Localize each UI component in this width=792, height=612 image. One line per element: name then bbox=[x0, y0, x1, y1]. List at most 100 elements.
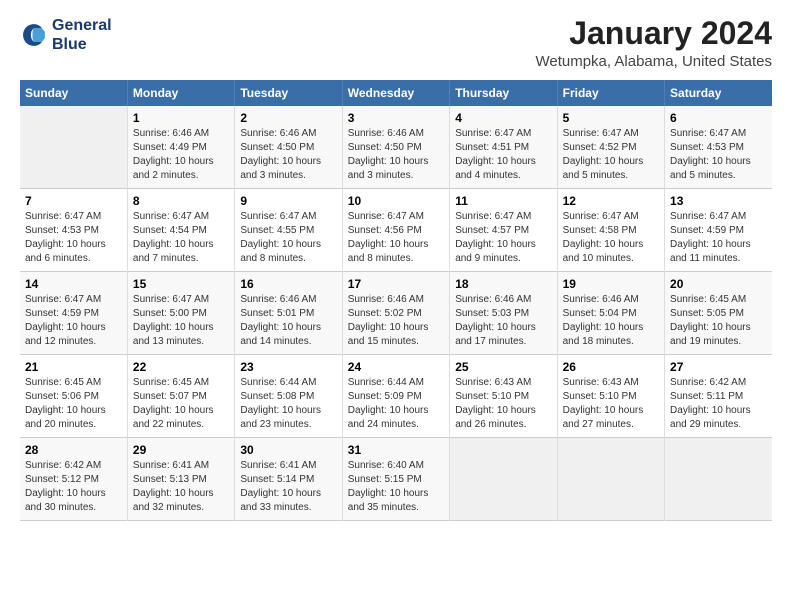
day-info: Sunrise: 6:47 AMSunset: 4:58 PMDaylight:… bbox=[563, 210, 659, 266]
day-number: 7 bbox=[25, 194, 122, 208]
day-number: 22 bbox=[133, 360, 229, 374]
day-info: Sunrise: 6:46 AMSunset: 5:04 PMDaylight:… bbox=[563, 293, 659, 349]
calendar-cell: 15Sunrise: 6:47 AMSunset: 5:00 PMDayligh… bbox=[127, 272, 234, 355]
calendar-week-1: 1 Sunrise: 6:46 AMSunset: 4:49 PMDaylight… bbox=[20, 106, 772, 189]
calendar-cell: 17 Sunrise: 6:46 AMSunset: 5:02 PMDayligh… bbox=[342, 272, 449, 355]
day-info: Sunrise: 6:45 AMSunset: 5:06 PMDaylight:… bbox=[25, 376, 122, 432]
day-info: Sunrise: 6:43 AMSunset: 5:10 PMDaylight:… bbox=[455, 376, 551, 432]
calendar-week-2: 7 Sunrise: 6:47 AMSunset: 4:53 PMDaylight… bbox=[20, 189, 772, 272]
day-info: Sunrise: 6:47 AMSunset: 4:51 PMDaylight:… bbox=[455, 127, 551, 183]
logo: General Blue bbox=[20, 16, 112, 54]
day-number: 11 bbox=[455, 194, 551, 208]
day-number: 6 bbox=[670, 111, 767, 125]
calendar-cell: 21 Sunrise: 6:45 AMSunset: 5:06 PMDayligh… bbox=[20, 355, 127, 438]
calendar-cell: 16Sunrise: 6:46 AMSunset: 5:01 PMDayligh… bbox=[235, 272, 342, 355]
calendar-cell: 29Sunrise: 6:41 AMSunset: 5:13 PMDayligh… bbox=[127, 438, 234, 521]
day-info: Sunrise: 6:41 AMSunset: 5:14 PMDaylight:… bbox=[240, 459, 336, 515]
calendar-cell: 14 Sunrise: 6:47 AMSunset: 4:59 PMDayligh… bbox=[20, 272, 127, 355]
calendar-cell: 18Sunrise: 6:46 AMSunset: 5:03 PMDayligh… bbox=[450, 272, 557, 355]
header: General Blue January 2024 Wetumpka, Alab… bbox=[20, 16, 772, 70]
day-number: 9 bbox=[240, 194, 336, 208]
calendar-header: Sunday Monday Tuesday Wednesday Thursday… bbox=[20, 80, 772, 106]
calendar-cell bbox=[557, 438, 664, 521]
calendar-cell: 19 Sunrise: 6:46 AMSunset: 5:04 PMDayligh… bbox=[557, 272, 664, 355]
day-info: Sunrise: 6:46 AMSunset: 4:50 PMDaylight:… bbox=[348, 127, 444, 183]
col-friday: Friday bbox=[557, 80, 664, 106]
day-number: 27 bbox=[670, 360, 767, 374]
calendar-cell: 28Sunrise: 6:42 AMSunset: 5:12 PMDayligh… bbox=[20, 438, 127, 521]
logo-text: General Blue bbox=[52, 16, 112, 54]
day-number: 17 bbox=[348, 277, 444, 291]
calendar-table: Sunday Monday Tuesday Wednesday Thursday… bbox=[20, 80, 772, 521]
day-number: 25 bbox=[455, 360, 551, 374]
day-number: 23 bbox=[240, 360, 336, 374]
day-number: 24 bbox=[348, 360, 444, 374]
calendar-cell: 10 Sunrise: 6:47 AMSunset: 4:56 PMDayligh… bbox=[342, 189, 449, 272]
day-info: Sunrise: 6:47 AMSunset: 4:59 PMDaylight:… bbox=[25, 293, 122, 349]
calendar-cell bbox=[20, 106, 127, 189]
day-number: 12 bbox=[563, 194, 659, 208]
col-sunday: Sunday bbox=[20, 80, 127, 106]
day-info: Sunrise: 6:46 AMSunset: 5:01 PMDaylight:… bbox=[240, 293, 336, 349]
day-info: Sunrise: 6:47 AMSunset: 4:56 PMDaylight:… bbox=[348, 210, 444, 266]
calendar-cell: 5Sunrise: 6:47 AMSunset: 4:52 PMDaylight… bbox=[557, 106, 664, 189]
day-number: 15 bbox=[133, 277, 229, 291]
calendar-cell bbox=[450, 438, 557, 521]
day-number: 8 bbox=[133, 194, 229, 208]
calendar-cell: 23 Sunrise: 6:44 AMSunset: 5:08 PMDayligh… bbox=[235, 355, 342, 438]
col-monday: Monday bbox=[127, 80, 234, 106]
day-info: Sunrise: 6:44 AMSunset: 5:09 PMDaylight:… bbox=[348, 376, 444, 432]
day-number: 28 bbox=[25, 443, 122, 457]
day-info: Sunrise: 6:46 AMSunset: 5:02 PMDaylight:… bbox=[348, 293, 444, 349]
calendar-cell: 22 Sunrise: 6:45 AMSunset: 5:07 PMDayligh… bbox=[127, 355, 234, 438]
day-info: Sunrise: 6:47 AMSunset: 4:53 PMDaylight:… bbox=[25, 210, 122, 266]
calendar-cell: 3 Sunrise: 6:46 AMSunset: 4:50 PMDaylight… bbox=[342, 106, 449, 189]
day-number: 5 bbox=[563, 111, 659, 125]
day-info: Sunrise: 6:47 AMSunset: 4:55 PMDaylight:… bbox=[240, 210, 336, 266]
day-info: Sunrise: 6:41 AMSunset: 5:13 PMDaylight:… bbox=[133, 459, 229, 515]
day-info: Sunrise: 6:40 AMSunset: 5:15 PMDaylight:… bbox=[348, 459, 444, 515]
calendar-cell bbox=[665, 438, 772, 521]
day-number: 10 bbox=[348, 194, 444, 208]
day-number: 18 bbox=[455, 277, 551, 291]
day-info: Sunrise: 6:44 AMSunset: 5:08 PMDaylight:… bbox=[240, 376, 336, 432]
calendar-week-3: 14 Sunrise: 6:47 AMSunset: 4:59 PMDayligh… bbox=[20, 272, 772, 355]
col-tuesday: Tuesday bbox=[235, 80, 342, 106]
day-number: 3 bbox=[348, 111, 444, 125]
day-info: Sunrise: 6:47 AMSunset: 4:53 PMDaylight:… bbox=[670, 127, 767, 183]
calendar-cell: 27 Sunrise: 6:42 AMSunset: 5:11 PMDayligh… bbox=[665, 355, 772, 438]
calendar-cell: 25 Sunrise: 6:43 AMSunset: 5:10 PMDayligh… bbox=[450, 355, 557, 438]
day-number: 19 bbox=[563, 277, 659, 291]
calendar-body: 1 Sunrise: 6:46 AMSunset: 4:49 PMDaylight… bbox=[20, 106, 772, 521]
day-info: Sunrise: 6:46 AMSunset: 4:50 PMDaylight:… bbox=[240, 127, 336, 183]
day-number: 30 bbox=[240, 443, 336, 457]
day-info: Sunrise: 6:47 AMSunset: 4:59 PMDaylight:… bbox=[670, 210, 767, 266]
calendar-cell: 2 Sunrise: 6:46 AMSunset: 4:50 PMDaylight… bbox=[235, 106, 342, 189]
day-info: Sunrise: 6:47 AMSunset: 4:54 PMDaylight:… bbox=[133, 210, 229, 266]
subtitle: Wetumpka, Alabama, United States bbox=[535, 53, 772, 70]
day-info: Sunrise: 6:46 AMSunset: 4:49 PMDaylight:… bbox=[133, 127, 229, 183]
day-info: Sunrise: 6:47 AMSunset: 4:57 PMDaylight:… bbox=[455, 210, 551, 266]
calendar-cell: 11 Sunrise: 6:47 AMSunset: 4:57 PMDayligh… bbox=[450, 189, 557, 272]
day-info: Sunrise: 6:45 AMSunset: 5:05 PMDaylight:… bbox=[670, 293, 767, 349]
calendar-cell: 4Sunrise: 6:47 AMSunset: 4:51 PMDaylight… bbox=[450, 106, 557, 189]
calendar-cell: 13 Sunrise: 6:47 AMSunset: 4:59 PMDayligh… bbox=[665, 189, 772, 272]
day-info: Sunrise: 6:45 AMSunset: 5:07 PMDaylight:… bbox=[133, 376, 229, 432]
col-thursday: Thursday bbox=[450, 80, 557, 106]
calendar-cell: 24 Sunrise: 6:44 AMSunset: 5:09 PMDayligh… bbox=[342, 355, 449, 438]
day-number: 2 bbox=[240, 111, 336, 125]
calendar-cell: 30 Sunrise: 6:41 AMSunset: 5:14 PMDayligh… bbox=[235, 438, 342, 521]
calendar-cell: 8 Sunrise: 6:47 AMSunset: 4:54 PMDaylight… bbox=[127, 189, 234, 272]
day-number: 14 bbox=[25, 277, 122, 291]
logo-icon bbox=[20, 21, 48, 49]
day-number: 1 bbox=[133, 111, 229, 125]
title-block: January 2024 Wetumpka, Alabama, United S… bbox=[535, 16, 772, 70]
day-number: 21 bbox=[25, 360, 122, 374]
calendar-cell: 31Sunrise: 6:40 AMSunset: 5:15 PMDayligh… bbox=[342, 438, 449, 521]
main-title: January 2024 bbox=[535, 16, 772, 51]
col-wednesday: Wednesday bbox=[342, 80, 449, 106]
calendar-cell: 9 Sunrise: 6:47 AMSunset: 4:55 PMDaylight… bbox=[235, 189, 342, 272]
day-info: Sunrise: 6:42 AMSunset: 5:11 PMDaylight:… bbox=[670, 376, 767, 432]
day-number: 13 bbox=[670, 194, 767, 208]
page: General Blue January 2024 Wetumpka, Alab… bbox=[0, 0, 792, 612]
